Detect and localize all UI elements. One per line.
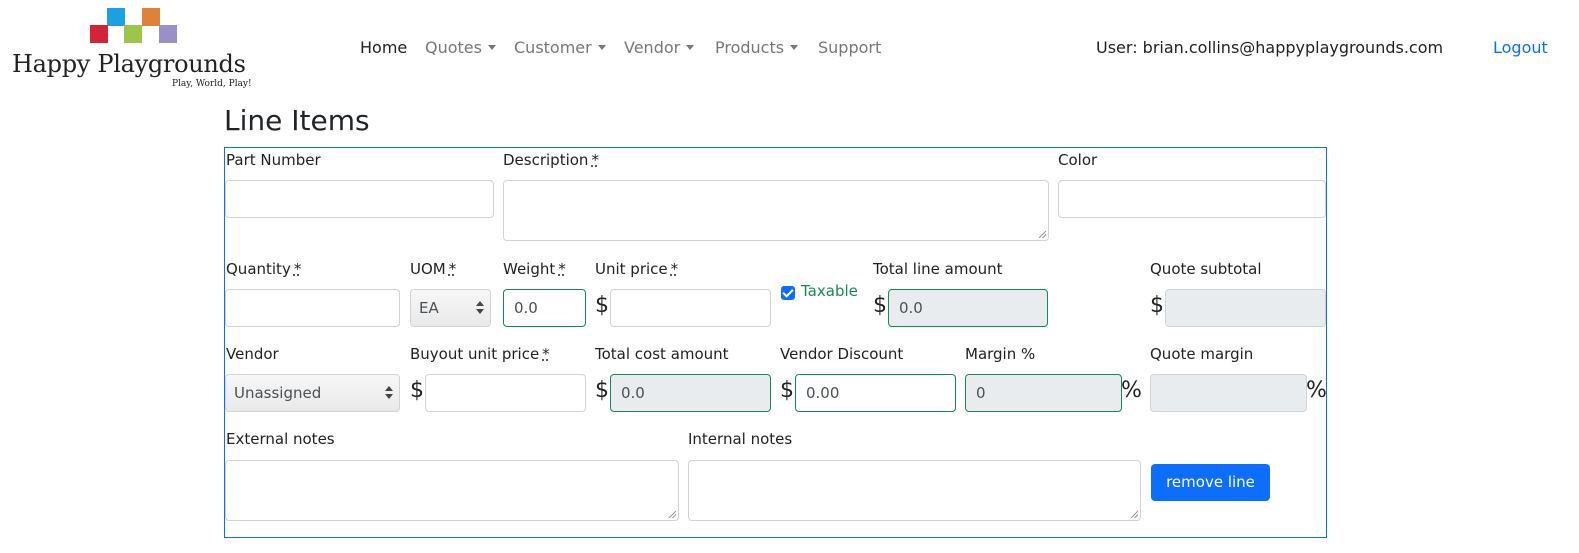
quote-subtotal-label: Quote subtotal: [1150, 260, 1262, 278]
part-number-input[interactable]: [225, 180, 494, 218]
unit-price-currency: $: [595, 293, 609, 318]
quote-margin-unit: %: [1306, 378, 1327, 403]
margin-pct-field: 0: [965, 374, 1122, 412]
internal-notes-textarea[interactable]: [688, 460, 1141, 521]
brand-tagline: Play, World, Play!: [172, 79, 252, 89]
internal-notes-label: Internal notes: [688, 430, 793, 448]
color-input[interactable]: [1058, 180, 1326, 218]
nav-home[interactable]: Home: [360, 38, 407, 57]
select-arrows-icon: [385, 386, 393, 400]
uom-label: UOM *: [410, 260, 457, 278]
part-number-label: Part Number: [226, 151, 321, 169]
taxable-checkbox[interactable]: [781, 286, 795, 300]
caret-down-icon: [790, 45, 799, 50]
nav-vendor-dropdown[interactable]: Vendor: [624, 38, 695, 57]
vendor-label: Vendor: [226, 345, 279, 363]
nav-quotes-dropdown[interactable]: Quotes: [425, 38, 496, 57]
brand-logo[interactable]: Happy Playgrounds Play, World, Play!: [12, 8, 262, 92]
vendor-discount-input[interactable]: 0.00: [795, 374, 956, 412]
caret-down-icon: [597, 45, 606, 50]
total-cost-amount-label: Total cost amount: [595, 345, 729, 363]
caret-down-icon: [686, 45, 695, 50]
total-line-amount-currency: $: [873, 293, 887, 318]
margin-pct-unit: %: [1121, 378, 1142, 403]
quote-margin-field: [1150, 374, 1307, 412]
quote-subtotal-field: [1165, 289, 1326, 327]
unit-price-input[interactable]: [610, 289, 771, 327]
nav-customer-label: Customer: [514, 38, 592, 57]
logout-link[interactable]: Logout: [1493, 38, 1548, 57]
color-label: Color: [1058, 151, 1098, 169]
vendor-discount-label: Vendor Discount: [780, 345, 904, 363]
uom-select[interactable]: EA: [410, 289, 491, 327]
total-cost-amount-field: 0.0: [610, 374, 771, 412]
brand-name: Happy Playgrounds: [12, 50, 246, 78]
weight-label: Weight *: [503, 260, 566, 278]
external-notes-label: External notes: [226, 430, 335, 448]
page-title: Line Items: [224, 104, 370, 137]
quantity-label: Quantity *: [226, 260, 302, 278]
vendor-select[interactable]: Unassigned: [225, 374, 400, 412]
buyout-unit-price-input[interactable]: [425, 374, 586, 412]
weight-input[interactable]: 0.0: [503, 289, 586, 327]
uom-select-value: EA: [419, 299, 439, 317]
caret-down-icon: [487, 45, 496, 50]
nav-products-label: Products: [715, 38, 785, 57]
total-cost-amount-currency: $: [595, 378, 609, 403]
remove-line-button[interactable]: remove line: [1151, 464, 1270, 501]
nav-customer-dropdown[interactable]: Customer: [514, 38, 606, 57]
quote-margin-label: Quote margin: [1150, 345, 1254, 363]
nav-quotes-label: Quotes: [425, 38, 482, 57]
buyout-unit-price-currency: $: [410, 378, 424, 403]
nav-vendor-label: Vendor: [624, 38, 681, 57]
description-label: Description *: [503, 151, 599, 169]
total-line-amount-field: 0.0: [888, 289, 1048, 327]
buyout-unit-price-label: Buyout unit price *: [410, 345, 550, 363]
nav-support[interactable]: Support: [818, 38, 881, 57]
total-line-amount-label: Total line amount: [873, 260, 1003, 278]
external-notes-textarea[interactable]: [225, 460, 679, 521]
quantity-input[interactable]: [225, 289, 400, 327]
unit-price-label: Unit price *: [595, 260, 679, 278]
description-textarea[interactable]: [503, 180, 1049, 241]
line-item-panel: Part Number Description * Color Quantity *…: [224, 147, 1327, 538]
vendor-select-value: Unassigned: [234, 384, 322, 402]
taxable-label[interactable]: Taxable: [801, 282, 858, 300]
quote-subtotal-currency: $: [1150, 293, 1164, 318]
nav-products-dropdown[interactable]: Products: [715, 38, 799, 57]
vendor-discount-currency: $: [780, 378, 794, 403]
margin-pct-label: Margin %: [965, 345, 1036, 363]
select-arrows-icon: [476, 301, 484, 315]
user-label: User: brian.collins@happyplaygrounds.com: [1096, 38, 1444, 57]
